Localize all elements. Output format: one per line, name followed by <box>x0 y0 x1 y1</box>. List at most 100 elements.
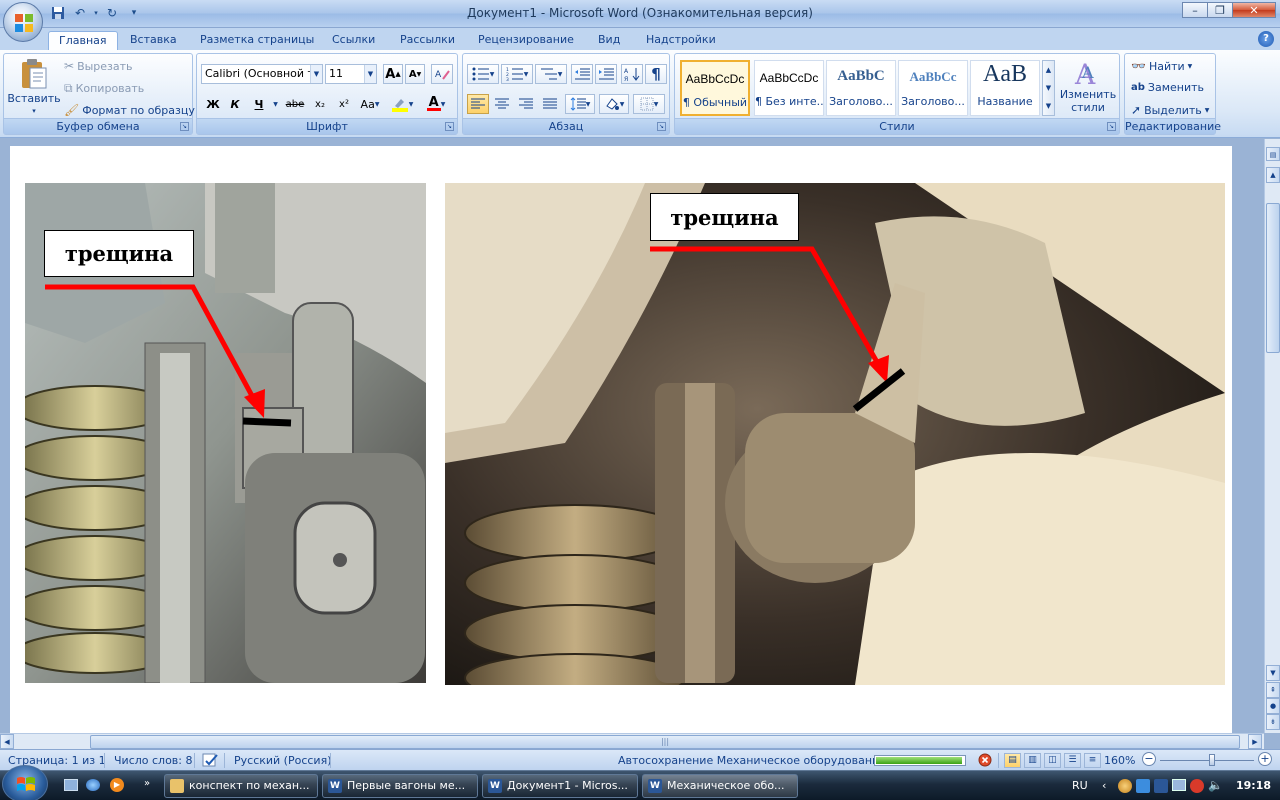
vertical-scroll-thumb[interactable] <box>1266 203 1280 353</box>
office-button[interactable] <box>3 2 43 42</box>
help-icon[interactable]: ? <box>1258 31 1274 47</box>
input-language-indicator[interactable]: RU <box>1072 779 1088 792</box>
scroll-up-icon[interactable]: ▲ <box>1266 167 1280 183</box>
network-icon[interactable] <box>1172 779 1186 791</box>
styles-gallery-scroll[interactable]: ▲ ▼ ▼ <box>1042 60 1055 116</box>
chevron-down-icon[interactable]: ▼ <box>364 65 376 83</box>
tab-home[interactable]: Главная <box>48 31 118 50</box>
print-layout-view-icon[interactable]: ▤ <box>1004 753 1021 768</box>
scroll-right-icon[interactable]: ▶ <box>1248 734 1262 749</box>
font-color-button[interactable]: A ▼ <box>421 94 451 114</box>
line-spacing-icon[interactable]: ▼ <box>565 94 595 114</box>
font-launcher-icon[interactable]: ↘ <box>445 122 454 131</box>
tray-app-icon[interactable] <box>1136 779 1150 793</box>
increase-indent-icon[interactable] <box>595 64 617 84</box>
copy-button[interactable]: ⧉ Копировать <box>64 81 144 96</box>
outline-view-icon[interactable]: ☰ <box>1064 753 1081 768</box>
font-name-combo[interactable]: Calibri (Основной те ▼ <box>201 64 323 84</box>
tab-references[interactable]: Ссылки <box>322 31 385 50</box>
tab-review[interactable]: Рецензирование <box>468 31 584 50</box>
scroll-left-icon[interactable]: ◀ <box>0 734 14 749</box>
borders-icon[interactable]: ▼ <box>633 94 665 114</box>
clear-formatting-icon[interactable]: A <box>431 64 453 84</box>
language-status[interactable]: Русский (Россия) <box>234 754 332 767</box>
previous-page-icon[interactable]: ⇞ <box>1266 682 1280 698</box>
document-page[interactable]: трещина трещина <box>10 146 1232 733</box>
style-heading-2[interactable]: AaBbCc Заголово... <box>898 60 968 116</box>
style-heading-1[interactable]: AaBbC Заголово... <box>826 60 896 116</box>
web-layout-view-icon[interactable]: ◫ <box>1044 753 1061 768</box>
bold-button[interactable]: Ж <box>203 94 223 114</box>
minimize-button[interactable]: – <box>1182 2 1208 18</box>
taskbar-item-dokument1[interactable]: W Документ1 - Micros... <box>482 774 638 798</box>
highlight-button[interactable]: ▼ <box>387 94 417 114</box>
cut-button[interactable]: ✂ Вырезать <box>64 59 133 73</box>
full-screen-reading-view-icon[interactable]: ▥ <box>1024 753 1041 768</box>
underline-button[interactable]: Ч <box>249 94 269 114</box>
underline-dropdown-icon[interactable]: ▼ <box>271 94 280 114</box>
italic-button[interactable]: К <box>225 94 245 114</box>
format-painter-button[interactable]: 🖌 Формат по образцу <box>64 103 195 117</box>
next-page-icon[interactable]: ⇟ <box>1266 714 1280 730</box>
close-button[interactable]: ✕ <box>1232 2 1276 18</box>
style-normal[interactable]: AaBbCcDc ¶ Обычный <box>680 60 750 116</box>
zoom-slider-handle[interactable] <box>1209 754 1215 766</box>
sort-icon[interactable]: AЯ <box>621 64 643 84</box>
tab-addins[interactable]: Надстройки <box>636 31 726 50</box>
quick-launch-expand-icon[interactable]: » <box>144 778 150 789</box>
tab-mailings[interactable]: Рассылки <box>390 31 465 50</box>
font-size-combo[interactable]: 11 ▼ <box>325 64 377 84</box>
clock[interactable]: 19:18 <box>1236 779 1271 792</box>
security-alert-icon[interactable] <box>1190 779 1204 793</box>
volume-icon[interactable]: 🔈 <box>1208 778 1223 792</box>
scroll-down-icon[interactable]: ▼ <box>1266 665 1280 681</box>
chevron-down-icon[interactable]: ▼ <box>310 65 322 83</box>
spelling-check-icon[interactable] <box>202 752 220 771</box>
suspension-photo-right[interactable] <box>445 183 1225 685</box>
zoom-out-icon[interactable]: − <box>1142 752 1156 766</box>
bullets-icon[interactable]: ▼ <box>467 64 499 84</box>
chevron-down-icon[interactable]: ▼ <box>1043 79 1054 97</box>
align-center-icon[interactable] <box>491 94 513 114</box>
strikethrough-button[interactable]: abe <box>283 94 307 114</box>
taskbar-item-konspekt[interactable]: конспект по механ... <box>164 774 318 798</box>
ruler-toggle-icon[interactable]: ▤ <box>1266 147 1280 161</box>
superscript-button[interactable]: x² <box>333 94 355 114</box>
align-right-icon[interactable] <box>515 94 537 114</box>
numbering-icon[interactable]: 1 2 3 ▼ <box>501 64 533 84</box>
replace-button[interactable]: ab Заменить <box>1131 81 1204 94</box>
tray-app-icon[interactable] <box>1118 779 1132 793</box>
horizontal-scroll-thumb[interactable]: ||| <box>90 735 1240 749</box>
cancel-autosave-icon[interactable] <box>978 753 992 770</box>
word-count-status[interactable]: Число слов: 8 <box>114 754 193 767</box>
align-left-icon[interactable] <box>467 94 489 114</box>
style-title[interactable]: AaB Название <box>970 60 1040 116</box>
shrink-font-button[interactable]: A ▼ <box>405 64 425 84</box>
style-no-spacing[interactable]: AaBbCcDc ¶ Без инте... <box>754 60 824 116</box>
tray-expand-icon[interactable]: ‹ <box>1102 779 1106 792</box>
tray-app-icon[interactable] <box>1154 779 1168 793</box>
find-button[interactable]: 👓 Найти ▼ <box>1131 59 1192 73</box>
tab-page-layout[interactable]: Разметка страницы <box>190 31 324 50</box>
draft-view-icon[interactable]: ≡ <box>1084 753 1101 768</box>
change-case-button[interactable]: Aa ▼ <box>357 94 383 114</box>
subscript-button[interactable]: x₂ <box>309 94 331 114</box>
shading-icon[interactable]: ▼ <box>599 94 629 114</box>
zoom-in-icon[interactable]: + <box>1258 752 1272 766</box>
horizontal-scrollbar[interactable]: ◀ ||| ▶ <box>0 733 1264 749</box>
paste-dropdown-icon[interactable]: ▾ <box>32 107 36 115</box>
browse-object-icon[interactable]: ● <box>1266 698 1280 714</box>
show-formatting-marks-icon[interactable]: ¶ <box>645 64 667 84</box>
justify-icon[interactable] <box>539 94 561 114</box>
media-player-icon[interactable]: ▶ <box>110 778 124 792</box>
clipboard-launcher-icon[interactable]: ↘ <box>180 122 189 131</box>
chevron-up-icon[interactable]: ▲ <box>1043 61 1054 79</box>
tab-insert[interactable]: Вставка <box>120 31 187 50</box>
vertical-scrollbar[interactable]: ▤ ▲ ▼ ⇞ ● ⇟ <box>1264 139 1280 733</box>
multilevel-list-icon[interactable]: ▼ <box>535 64 567 84</box>
change-styles-button[interactable]: AA Изменить стили <box>1059 58 1117 114</box>
decrease-indent-icon[interactable] <box>571 64 593 84</box>
styles-launcher-icon[interactable]: ↘ <box>1107 122 1116 131</box>
taskbar-item-mekhanicheskoe[interactable]: W Механическое обо... <box>642 774 798 798</box>
select-button[interactable]: ➚ Выделить ▼ <box>1131 103 1209 117</box>
